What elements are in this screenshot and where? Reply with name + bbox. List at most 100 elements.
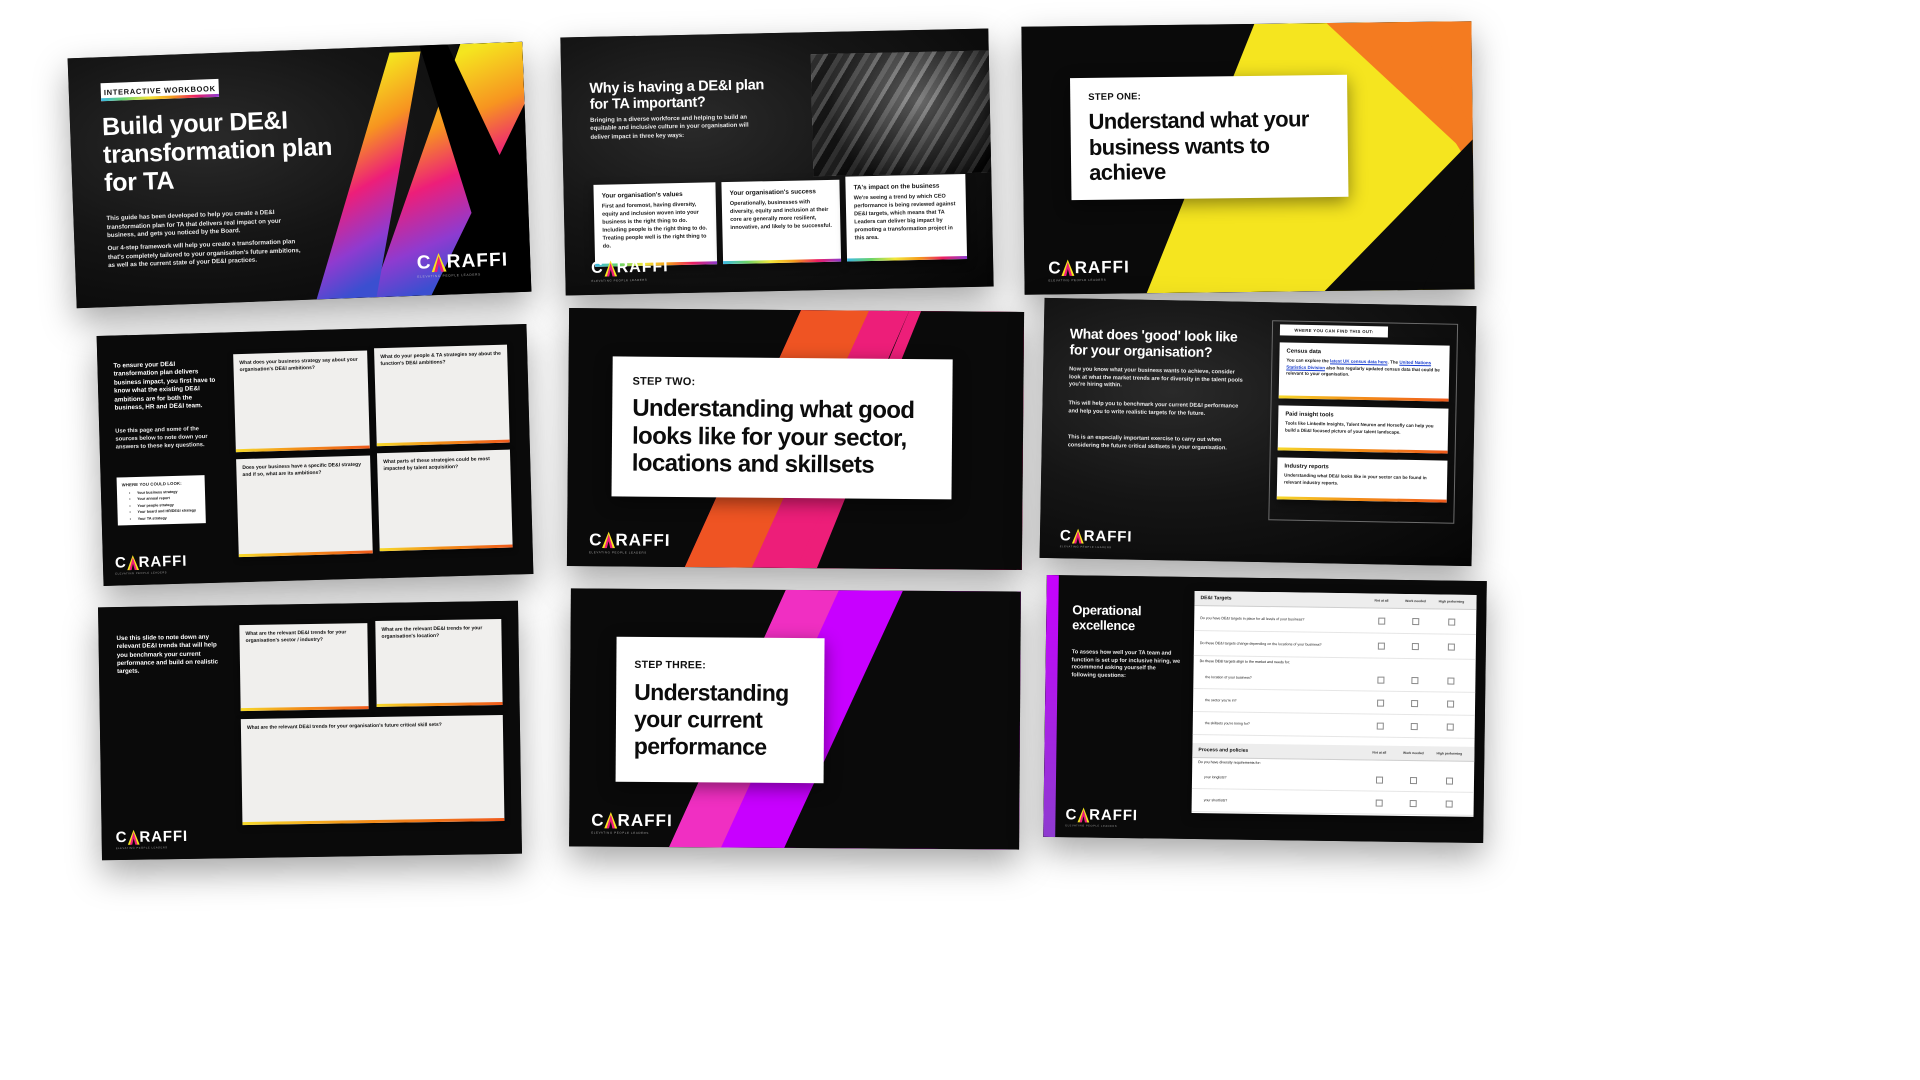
good-paragraph-1: Now you know what your business wants to… xyxy=(1068,366,1243,389)
slide-step-two[interactable]: STEP TWO: Understanding what good looks … xyxy=(566,308,1025,570)
good-card-paid-tools[interactable]: Paid insight tools Tools like LinkedIn I… xyxy=(1277,405,1449,454)
good-card-census[interactable]: Census data You can explore the latest U… xyxy=(1278,342,1450,402)
checkbox[interactable] xyxy=(1411,643,1419,651)
checkbox-cell[interactable] xyxy=(1431,694,1469,713)
checkbox-cell[interactable] xyxy=(1364,636,1398,654)
operational-table[interactable]: DE&I Targets Not at all Work needed High… xyxy=(1191,591,1477,817)
slide-step-two-worksheet[interactable]: Use this slide to note down any relevant… xyxy=(98,600,522,861)
checkbox[interactable] xyxy=(1409,800,1417,808)
checkbox-cell[interactable] xyxy=(1363,693,1397,711)
sources-heading: WHERE YOU COULD LOOK: xyxy=(121,480,182,488)
checkbox[interactable] xyxy=(1445,800,1453,808)
slide-worksheet-one-canvas: To ensure your DE&I transformation plan … xyxy=(96,324,534,586)
logo-tagline: ELEVATING PEOPLE LEADERS xyxy=(591,830,649,835)
checkbox[interactable] xyxy=(1376,676,1384,684)
checkbox-cell[interactable] xyxy=(1362,770,1396,788)
checkbox-cell[interactable] xyxy=(1363,670,1397,688)
logo-tagline: ELEVATING PEOPLE LEADERS xyxy=(1048,277,1107,283)
worksheet-two-q2[interactable]: What are the relevant DE&I trends for yo… xyxy=(375,618,503,707)
slide-why-important[interactable]: Why is having a DE&I plan for TA importa… xyxy=(560,28,994,296)
checkbox[interactable] xyxy=(1446,723,1454,731)
slide-step-three[interactable]: STEP THREE: Understanding your current p… xyxy=(569,588,1021,850)
logo-caraffi: C RAFFI ELEVATING PEOPLE LEADERS xyxy=(116,828,189,850)
checkbox-cell[interactable] xyxy=(1397,717,1431,735)
col-not-at-all: Not at all xyxy=(1374,598,1389,603)
slide-step-one-worksheet[interactable]: To ensure your DE&I transformation plan … xyxy=(96,324,534,586)
checkbox-cell[interactable] xyxy=(1363,716,1397,734)
row-label: your shortlists? xyxy=(1203,798,1228,803)
checkbox-cell[interactable] xyxy=(1430,794,1468,813)
worksheet-one-q2[interactable]: What do your people & TA strategies say … xyxy=(374,344,510,447)
checkbox[interactable] xyxy=(1409,777,1417,785)
worksheet-two-q2-label: What are the relevant DE&I trends for yo… xyxy=(381,625,483,640)
checkbox-cell[interactable] xyxy=(1397,671,1431,689)
cover-title: Build your DE&I transformation plan for … xyxy=(101,106,333,198)
logo-letters-raffi: RAFFI xyxy=(615,530,671,550)
worksheet-two-q1[interactable]: What are the relevant DE&I trends for yo… xyxy=(239,623,369,712)
logo-mark-a xyxy=(126,555,139,571)
why-card-ta-impact[interactable]: TA's impact on the business We're seeing… xyxy=(845,174,968,262)
row-label: Do you have DE&I targets in place for al… xyxy=(1200,616,1305,622)
checkbox[interactable] xyxy=(1410,700,1418,708)
checkbox-cell[interactable] xyxy=(1431,671,1469,690)
checkbox-cell[interactable] xyxy=(1432,612,1470,631)
logo-mark-a xyxy=(1077,807,1090,823)
checkbox[interactable] xyxy=(1445,777,1453,785)
checkbox[interactable] xyxy=(1375,776,1383,784)
checkbox[interactable] xyxy=(1447,618,1455,626)
checkbox-cell[interactable] xyxy=(1432,637,1470,656)
checkbox-cell[interactable] xyxy=(1398,637,1432,655)
logo-letter-c: C xyxy=(416,252,433,274)
slide-good-look-like[interactable]: What does 'good' look like for your orga… xyxy=(1039,297,1477,567)
checkbox[interactable] xyxy=(1411,618,1419,626)
checkbox-cell[interactable] xyxy=(1396,771,1430,789)
link-uk-census[interactable]: latest UK census data here xyxy=(1330,358,1388,364)
checkbox[interactable] xyxy=(1446,700,1454,708)
checkbox-cell[interactable] xyxy=(1361,816,1395,817)
worksheet-two-q1-strip xyxy=(240,706,369,712)
checkbox[interactable] xyxy=(1377,642,1385,650)
logo-letters-raffi: RAFFI xyxy=(617,810,673,831)
worksheet-two-q3[interactable]: What are the relevant DE&I trends for yo… xyxy=(240,714,505,826)
checkbox-cell[interactable] xyxy=(1430,771,1468,790)
worksheet-one-q3[interactable]: Does your business have a specific DE&I … xyxy=(236,455,373,558)
worksheet-two-q3-label: What are the relevant DE&I trends for yo… xyxy=(246,721,442,731)
census-text-before: You can explore the xyxy=(1286,357,1331,364)
slide-why-canvas: Why is having a DE&I plan for TA importa… xyxy=(560,28,994,296)
slide-cover-canvas: INTERACTIVE WORKBOOK Build your DE&I tra… xyxy=(67,41,532,309)
checkbox-cell[interactable] xyxy=(1396,794,1430,812)
worksheet-one-q4[interactable]: What parts of these strategies could be … xyxy=(376,449,513,552)
logo-letter-c: C xyxy=(589,530,603,550)
good-card-industry-reports[interactable]: Industry reports Understanding what DE&I… xyxy=(1276,457,1448,503)
why-card-success-strip xyxy=(723,258,842,265)
step-two-panel[interactable]: STEP TWO: Understanding what good looks … xyxy=(611,356,953,500)
checkbox[interactable] xyxy=(1376,699,1384,707)
checkbox-cell[interactable] xyxy=(1398,612,1432,630)
checkbox[interactable] xyxy=(1375,799,1383,807)
slide-step-one[interactable]: STEP ONE: Understand what your business … xyxy=(1021,21,1475,295)
checkbox-cell[interactable] xyxy=(1364,611,1398,629)
slide-cover[interactable]: INTERACTIVE WORKBOOK Build your DE&I tra… xyxy=(67,41,532,309)
checkbox[interactable] xyxy=(1376,722,1384,730)
worksheet-one-intro-bold: To ensure your DE&I transformation plan … xyxy=(113,360,216,412)
why-card-success[interactable]: Your organisation's success Operationall… xyxy=(721,179,842,265)
worksheet-one-q1[interactable]: What does your business strategy say abo… xyxy=(233,350,370,453)
checkbox[interactable] xyxy=(1377,617,1385,625)
checkbox[interactable] xyxy=(1410,723,1418,731)
slide-operational-excellence[interactable]: Operational excellence To assess how wel… xyxy=(1043,574,1487,844)
why-card-values[interactable]: Your organisation's values First and for… xyxy=(593,182,718,267)
checkbox-cell[interactable] xyxy=(1397,694,1431,712)
step-three-panel[interactable]: STEP THREE: Understanding your current p… xyxy=(615,636,825,784)
logo-tagline: ELEVATING PEOPLE LEADERS xyxy=(115,571,168,576)
worksheet-one-q2-label: What do your people & TA strategies say … xyxy=(380,350,501,368)
checkbox[interactable] xyxy=(1410,677,1418,685)
checkbox-cell[interactable] xyxy=(1362,793,1396,811)
logo-mark-a xyxy=(1061,259,1075,277)
worksheet-q4-strip xyxy=(379,544,513,552)
step-one-panel[interactable]: STEP ONE: Understand what your business … xyxy=(1070,74,1349,201)
logo-tagline: ELEVATING PEOPLE LEADERS xyxy=(1059,545,1112,550)
checkbox[interactable] xyxy=(1446,677,1454,685)
checkbox[interactable] xyxy=(1447,643,1455,651)
logo-tagline: ELEVATING PEOPLE LEADERS xyxy=(1065,824,1118,828)
checkbox-cell[interactable] xyxy=(1431,717,1469,736)
